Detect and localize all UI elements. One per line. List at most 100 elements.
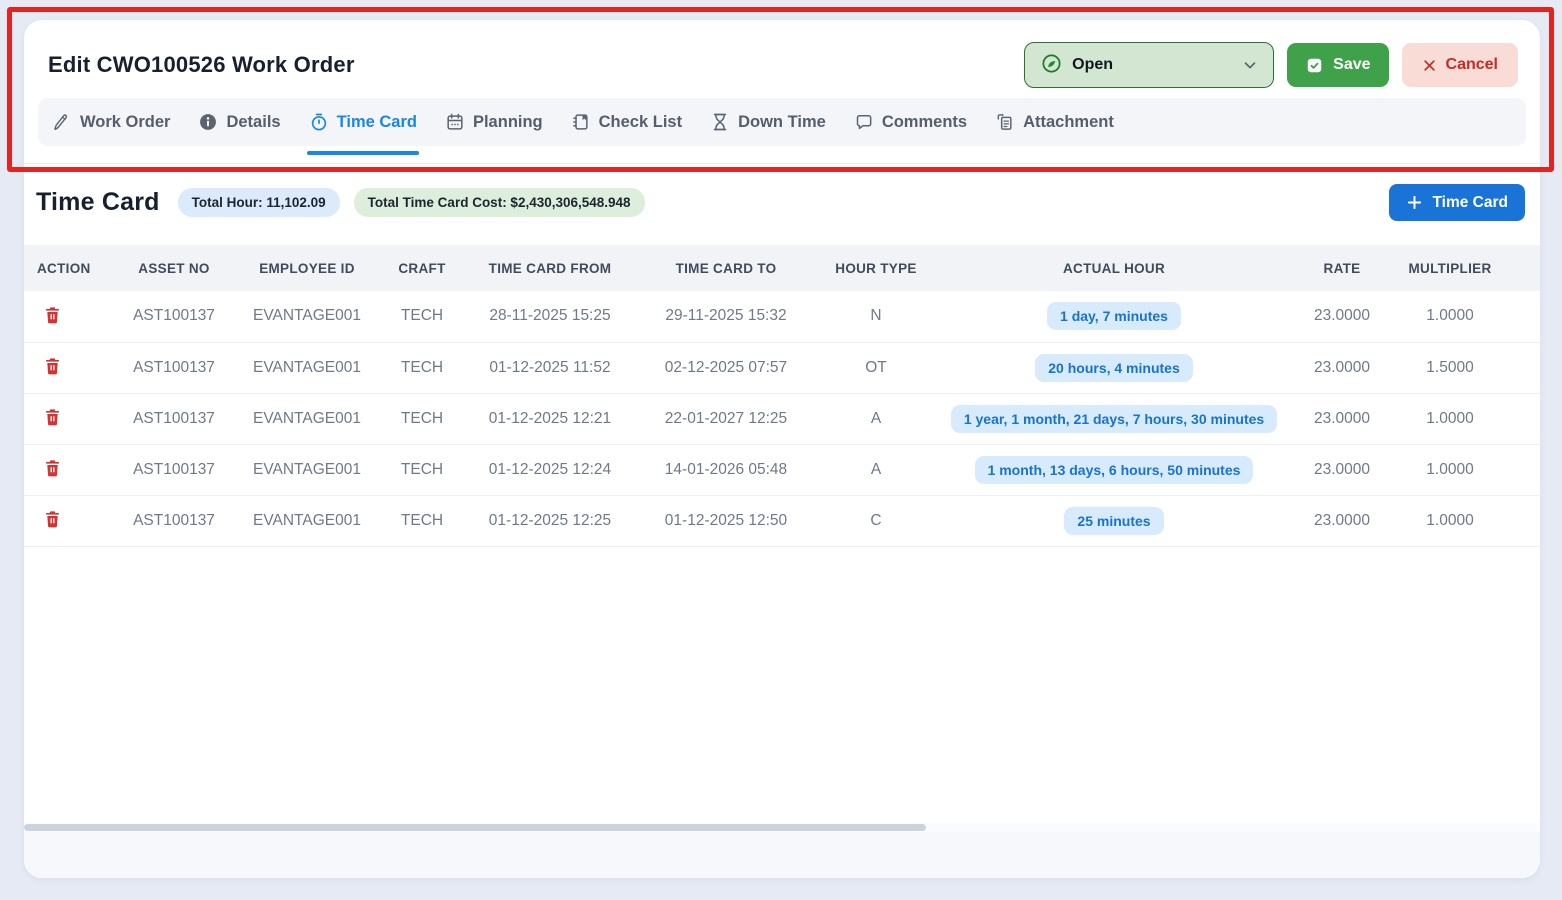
trash-icon [44,408,61,427]
time-card-to-cell: 02-12-2025 07:57 [638,342,814,393]
page: Edit CWO100526 Work Order Open [0,0,1562,900]
asset-no-cell: AST100137 [116,495,232,546]
hour-type-cell: N [814,291,938,342]
time-card-to-cell: 14-01-2026 05:48 [638,444,814,495]
time-card-to-cell: 22-01-2027 12:25 [638,393,814,444]
tab-label: Check List [599,113,682,132]
tab-work-order[interactable]: Work Order [52,98,170,146]
tab-time-card[interactable]: Time Card [309,98,417,146]
tab-planning[interactable]: Planning [445,98,543,146]
action-cell [24,393,116,444]
plus-icon [1406,194,1423,211]
tab-label: Work Order [80,113,170,132]
trash-icon [44,306,61,325]
time-card-table: ACTION ASSET NO EMPLOYEE ID CRAFT TIME C… [24,245,1540,547]
rate-cell: 23.0000 [1290,393,1394,444]
time-card-section-header: Time Card Total Hour: 11,102.09 Total Ti… [24,164,1540,245]
hour-type-cell: C [814,495,938,546]
scrollbar-thumb[interactable] [24,824,926,831]
cancel-button[interactable]: Cancel [1402,43,1518,87]
actual-hour-pill: 1 day, 7 minutes [1047,302,1181,330]
delete-row-button[interactable] [41,303,64,328]
table-row: AST100137 EVANTAGE001 TECH 01-12-2025 12… [24,495,1540,546]
multiplier-cell: 1.0000 [1394,495,1506,546]
asset-no-cell: AST100137 [116,291,232,342]
actual-hour-pill: 20 hours, 4 minutes [1035,354,1192,382]
rate-cell: 23.0000 [1290,495,1394,546]
time-card-to-cell: 01-12-2025 12:50 [638,495,814,546]
pen-icon [52,112,72,132]
col-time-card-to: TIME CARD TO [638,245,814,291]
asset-no-cell: AST100137 [116,342,232,393]
actual-hour-cell: 1 day, 7 minutes [938,291,1290,342]
employee-id-cell: EVANTAGE001 [232,342,382,393]
horizontal-scrollbar[interactable] [24,823,1540,832]
multiplier-cell: 1.0000 [1394,393,1506,444]
tab-attachment[interactable]: Attachment [995,98,1114,146]
time-card-from-cell: 28-11-2025 15:25 [462,291,638,342]
employee-id-cell: EVANTAGE001 [232,495,382,546]
add-time-card-button[interactable]: Time Card [1389,184,1525,221]
col-asset-no: ASSET NO [116,245,232,291]
save-check-icon [1305,56,1324,75]
comments-icon [854,112,874,132]
adder-cell: 1.0000 [1506,393,1540,444]
col-multiplier: MULTIPLIER [1394,245,1506,291]
col-action: ACTION [24,245,116,291]
section-title: Time Card [36,188,160,217]
multiplier-cell: 1.5000 [1394,342,1506,393]
actual-hour-cell: 1 month, 13 days, 6 hours, 50 minutes [938,444,1290,495]
save-button[interactable]: Save [1287,43,1388,87]
craft-cell: TECH [382,291,462,342]
time-card-to-cell: 29-11-2025 15:32 [638,291,814,342]
action-cell [24,495,116,546]
adder-cell: 2.0000 [1506,342,1540,393]
tab-label: Attachment [1023,113,1114,132]
chevron-down-icon [1241,56,1259,74]
actual-hour-cell: 1 year, 1 month, 21 days, 7 hours, 30 mi… [938,393,1290,444]
tab-details[interactable]: Details [198,98,280,146]
checklist-icon [571,112,591,132]
delete-row-button[interactable] [41,456,64,481]
status-dropdown[interactable]: Open [1024,42,1274,88]
tab-label: Comments [882,113,967,132]
card-header: Edit CWO100526 Work Order Open [24,20,1540,164]
asset-no-cell: AST100137 [116,444,232,495]
col-time-card-from: TIME CARD FROM [462,245,638,291]
rate-cell: 23.0000 [1290,444,1394,495]
delete-row-button[interactable] [41,354,64,379]
status-label: Open [1072,56,1113,74]
save-label: Save [1333,56,1370,74]
delete-row-button[interactable] [41,405,64,430]
col-hour-type: HOUR TYPE [814,245,938,291]
work-order-card: Edit CWO100526 Work Order Open [24,20,1540,878]
asset-no-cell: AST100137 [116,393,232,444]
tab-bar: Work Order Details Time Card [38,98,1526,146]
col-employee-id: EMPLOYEE ID [232,245,382,291]
craft-cell: TECH [382,495,462,546]
craft-cell: TECH [382,342,462,393]
title-row: Edit CWO100526 Work Order Open [38,42,1526,88]
adder-cell: .0000 [1506,291,1540,342]
hour-type-cell: A [814,393,938,444]
rate-cell: 23.0000 [1290,342,1394,393]
tab-check-list[interactable]: Check List [571,98,682,146]
delete-row-button[interactable] [41,507,64,532]
table-row: AST100137 EVANTAGE001 TECH 01-12-2025 11… [24,342,1540,393]
hour-type-cell: OT [814,342,938,393]
adder-cell [1506,495,1540,546]
table-row: AST100137 EVANTAGE001 TECH 01-12-2025 12… [24,444,1540,495]
action-cell [24,342,116,393]
tab-down-time[interactable]: Down Time [710,98,826,146]
tab-comments[interactable]: Comments [854,98,967,146]
total-cost-badge: Total Time Card Cost: $2,430,306,548.948 [354,188,645,217]
stopwatch-icon [309,112,329,132]
tab-label: Down Time [738,113,826,132]
col-craft: CRAFT [382,245,462,291]
craft-cell: TECH [382,444,462,495]
total-hour-badge: Total Hour: 11,102.09 [178,188,340,217]
time-card-from-cell: 01-12-2025 12:21 [462,393,638,444]
add-time-card-label: Time Card [1432,194,1508,212]
calendar-icon [445,112,465,132]
table-row: AST100137 EVANTAGE001 TECH 28-11-2025 15… [24,291,1540,342]
